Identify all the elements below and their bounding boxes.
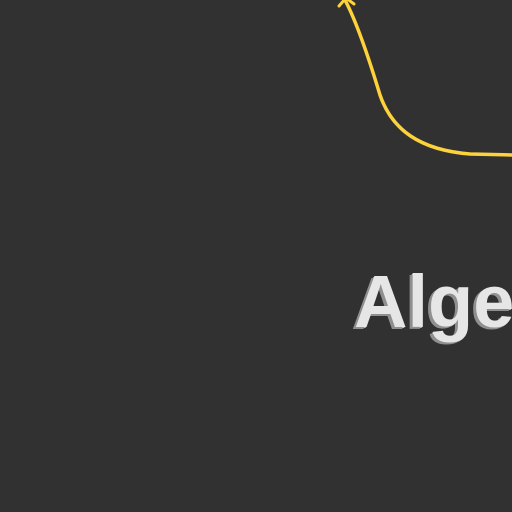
connector-arrow: [337, 0, 512, 157]
node-label: Alge: [354, 260, 512, 343]
canvas: Alge: [0, 0, 512, 512]
connector-line: [344, 0, 512, 157]
